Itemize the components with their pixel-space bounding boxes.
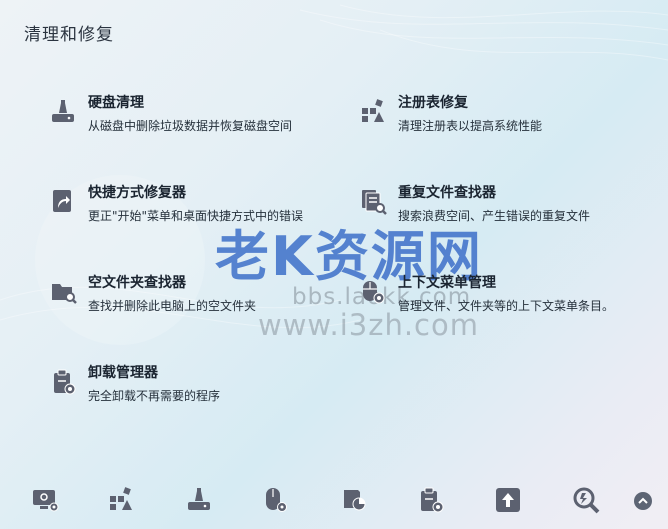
tool-desc: 管理文件、文件夹等的上下文菜单条目。 — [398, 299, 615, 313]
watermark: 老K资源网 bbs.laokk.com www.i3zh.com — [0, 0, 668, 529]
tool-name: 空文件夹查找器 — [88, 275, 186, 291]
tool-name: 硬盘清理 — [88, 95, 144, 111]
tool-desc: 清理注册表以提高系统性能 — [398, 119, 543, 133]
registry-icon[interactable] — [108, 486, 136, 514]
disk-clean-icon[interactable] — [186, 486, 214, 514]
tool-empty-folder[interactable]: 空文件夹查找器 查找并删除此电脑上的空文件夹 — [50, 275, 330, 340]
monitor-gear-icon[interactable] — [32, 486, 60, 514]
upload-icon[interactable] — [494, 486, 522, 514]
uninstall-icon — [54, 369, 76, 395]
chevron-up-icon — [638, 497, 648, 504]
background-swirl — [0, 4, 668, 345]
shortcut-fix-icon — [53, 190, 71, 212]
tool-desc: 从磁盘中删除垃圾数据并恢复磁盘空间 — [88, 119, 293, 133]
bottom-nav — [0, 478, 668, 522]
page-title: 清理和修复 — [24, 25, 114, 45]
clipboard-gear-icon[interactable] — [418, 486, 446, 514]
disk-clean-icon — [52, 100, 74, 122]
tool-registry[interactable]: 注册表修复 清理注册表以提高系统性能 — [360, 95, 640, 160]
tool-desc: 查找并删除此电脑上的空文件夹 — [88, 299, 257, 313]
disk-chart-icon[interactable] — [340, 486, 368, 514]
registry-icon — [362, 99, 384, 122]
scroll-up-button[interactable] — [634, 492, 652, 510]
tool-desc: 更正"开始"菜单和桌面快捷方式中的错误 — [88, 209, 304, 223]
tool-name: 重复文件查找器 — [398, 185, 496, 201]
mouse-gear-icon[interactable] — [262, 486, 290, 514]
tool-name: 上下文菜单管理 — [398, 275, 496, 291]
tool-desc: 搜索浪费空间、产生错误的重复文件 — [398, 209, 591, 223]
tool-disk-clean[interactable]: 硬盘清理 从磁盘中删除垃圾数据并恢复磁盘空间 — [50, 95, 330, 160]
duplicate-file-icon — [362, 190, 387, 215]
tool-name: 卸载管理器 — [88, 365, 158, 381]
tool-shortcut-fix[interactable]: 快捷方式修复器 更正"开始"菜单和桌面快捷方式中的错误 — [50, 185, 330, 250]
tool-context-menu[interactable]: 上下文菜单管理 管理文件、文件夹等的上下文菜单条目。 — [360, 275, 640, 340]
tool-name: 快捷方式修复器 — [88, 185, 186, 201]
tool-duplicate-finder[interactable]: 重复文件查找器 搜索浪费空间、产生错误的重复文件 — [360, 185, 640, 250]
tool-name: 注册表修复 — [398, 95, 468, 111]
tool-uninstall[interactable]: 卸载管理器 完全卸载不再需要的程序 — [50, 365, 330, 430]
empty-folder-icon — [52, 284, 77, 304]
search-zoom-icon[interactable] — [572, 486, 600, 514]
context-menu-icon — [363, 281, 385, 304]
tool-desc: 完全卸载不再需要的程序 — [88, 389, 221, 403]
